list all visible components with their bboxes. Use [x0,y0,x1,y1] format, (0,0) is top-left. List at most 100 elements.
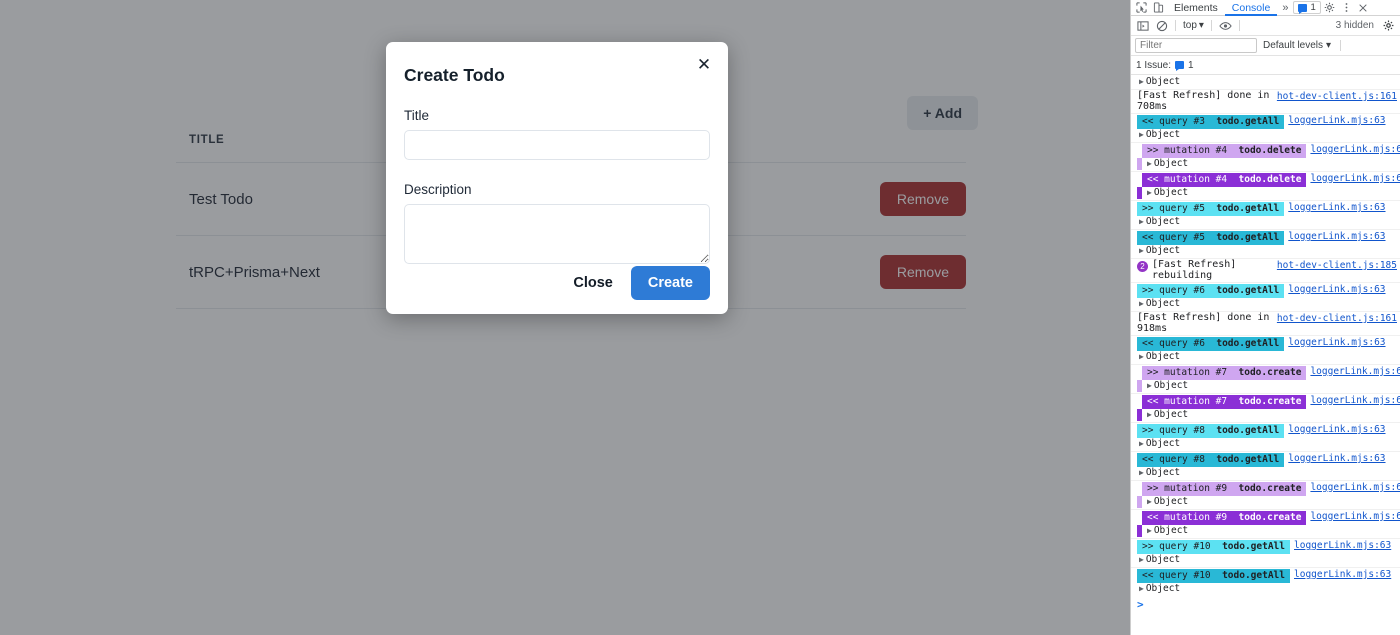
issues-bar-count: 1 [1188,59,1194,71]
execution-context-selector[interactable]: top ▾ [1181,20,1206,31]
object-label: ▶ Object [1147,409,1189,420]
message-bubble-icon [1175,61,1185,71]
trpc-operation-badge: >> query #6 todo.getAll [1137,284,1285,298]
expandable-object[interactable]: ▶ Object [1137,409,1397,421]
group-stripe [1137,187,1142,199]
source-link[interactable]: loggerLink.mjs:63 [1310,482,1400,493]
console-toolbar: top ▾ 3 hidden [1131,16,1400,36]
source-link[interactable]: loggerLink.mjs:63 [1288,453,1385,464]
trpc-log-row[interactable]: >> mutation #9 todo.create loggerLink.mjs… [1131,481,1400,510]
expandable-object[interactable]: ▶ Object [1137,525,1397,537]
trpc-log-row[interactable]: >> mutation #4 todo.delete loggerLink.mjs… [1131,143,1400,172]
create-button[interactable]: Create [630,266,710,300]
source-link[interactable]: loggerLink.mjs:63 [1294,569,1391,580]
console-message-text: [Fast Refresh] done in 918ms [1137,312,1276,334]
console-message-row[interactable]: [Fast Refresh] done in 708ms hot-dev-clie… [1131,90,1400,114]
close-button[interactable]: Close [569,269,617,297]
issues-counter-badge[interactable]: 1 [1293,1,1321,14]
object-label: ▶ Object [1139,129,1181,140]
gear-icon[interactable] [1321,0,1338,15]
source-link[interactable]: loggerLink.mjs:63 [1288,337,1385,348]
trpc-log-row[interactable]: << mutation #4 todo.delete loggerLink.mjs… [1131,172,1400,201]
console-message-row[interactable]: 2 [Fast Refresh] rebuilding hot-dev-client… [1131,259,1400,283]
expandable-object[interactable]: ▶ Object [1137,129,1397,141]
title-input[interactable] [404,130,710,160]
filter-input[interactable] [1135,38,1257,53]
source-link[interactable]: hot-dev-client.js:161 [1277,91,1397,102]
inspect-element-icon[interactable] [1133,0,1150,15]
source-link[interactable]: hot-dev-client.js:161 [1277,313,1397,324]
screen: + Add TITLE Test Todo Remove tRPC+Prisma… [0,0,1400,635]
log-levels-selector[interactable]: Default levels ▾ [1263,40,1331,51]
source-link[interactable]: loggerLink.mjs:63 [1288,231,1385,242]
expandable-object[interactable]: ▶ Object [1137,298,1397,310]
trpc-operation-badge: << query #5 todo.getAll [1137,231,1285,245]
expandable-object[interactable]: ▶ Object [1137,216,1397,228]
object-label: ▶ Object [1139,351,1181,362]
clear-console-icon[interactable] [1153,18,1170,33]
object-label: ▶ Object [1147,380,1189,391]
trpc-log-row[interactable]: >> query #5 todo.getAll loggerLink.mjs:63… [1131,201,1400,230]
repeat-count-badge: 2 [1137,261,1148,272]
prompt-caret-icon: > [1137,598,1144,611]
kebab-menu-icon[interactable] [1338,0,1355,15]
trpc-log-row[interactable]: << query #10 todo.getAll loggerLink.mjs:6… [1131,568,1400,596]
expandable-object[interactable]: ▶ Object [1137,351,1397,363]
source-link[interactable]: loggerLink.mjs:63 [1288,424,1385,435]
expandable-object[interactable]: ▶ Object [1137,583,1397,595]
source-link[interactable]: loggerLink.mjs:63 [1288,284,1385,295]
source-link[interactable]: hot-dev-client.js:185 [1277,260,1397,271]
object-label: ▶ Object [1139,467,1181,478]
tab-elements[interactable]: Elements [1167,0,1225,16]
group-stripe [1137,525,1142,537]
console-message-row[interactable]: [Fast Refresh] done in 918ms hot-dev-clie… [1131,312,1400,336]
object-label: ▶ Object [1139,76,1181,87]
trpc-log-row[interactable]: >> query #6 todo.getAll loggerLink.mjs:63… [1131,283,1400,312]
description-input[interactable] [404,204,710,264]
console-sidebar-icon[interactable] [1134,18,1151,33]
expandable-object[interactable]: ▶ Object [1137,380,1397,392]
trpc-operation-badge: >> mutation #4 todo.delete [1142,144,1307,158]
console-object-row[interactable]: ▶ Object [1131,75,1400,90]
source-link[interactable]: loggerLink.mjs:63 [1310,511,1400,522]
object-label: ▶ Object [1139,438,1181,449]
expandable-object[interactable]: ▶ Object [1137,187,1397,199]
expandable-object[interactable]: ▶ Object [1137,438,1397,450]
tab-console[interactable]: Console [1224,0,1278,16]
source-link[interactable]: loggerLink.mjs:63 [1310,395,1400,406]
console-prompt[interactable]: > [1131,596,1400,613]
trpc-operation-badge: >> query #5 todo.getAll [1137,202,1285,216]
source-link[interactable]: loggerLink.mjs:63 [1288,202,1385,213]
trpc-log-row[interactable]: >> mutation #7 todo.create loggerLink.mjs… [1131,365,1400,394]
live-expression-eye-icon[interactable] [1217,18,1234,33]
trpc-log-row[interactable]: << mutation #7 todo.create loggerLink.mjs… [1131,394,1400,423]
console-settings-gear-icon[interactable] [1380,18,1397,33]
more-tabs-icon[interactable]: » [1277,2,1293,14]
trpc-log-row[interactable]: << query #5 todo.getAll loggerLink.mjs:63… [1131,230,1400,259]
source-link[interactable]: loggerLink.mjs:63 [1310,144,1400,155]
console-log-list[interactable]: ▶ Object [Fast Refresh] done in 708ms hot-d… [1131,75,1400,596]
trpc-log-row[interactable]: >> query #8 todo.getAll loggerLink.mjs:63… [1131,423,1400,452]
trpc-log-row[interactable]: << query #8 todo.getAll loggerLink.mjs:63… [1131,452,1400,481]
source-link[interactable]: loggerLink.mjs:63 [1310,173,1400,184]
close-icon[interactable]: ✕ [693,54,715,76]
modal-title: Create Todo [404,65,505,85]
close-icon[interactable] [1355,0,1372,15]
trpc-log-row[interactable]: << mutation #9 todo.create loggerLink.mjs… [1131,510,1400,539]
group-stripe [1137,158,1142,170]
trpc-log-row[interactable]: << query #6 todo.getAll loggerLink.mjs:63… [1131,336,1400,365]
source-link[interactable]: loggerLink.mjs:63 [1310,366,1400,377]
expandable-object[interactable]: ▶ Object [1137,467,1397,479]
expandable-object[interactable]: ▶ Object [1137,245,1397,257]
issues-count: 1 [1310,2,1316,13]
expandable-object[interactable]: ▶ Object [1137,76,1397,88]
source-link[interactable]: loggerLink.mjs:63 [1288,115,1385,126]
expandable-object[interactable]: ▶ Object [1137,496,1397,508]
expandable-object[interactable]: ▶ Object [1137,158,1397,170]
trpc-log-row[interactable]: >> query #10 todo.getAll loggerLink.mjs:6… [1131,539,1400,568]
device-toolbar-icon[interactable] [1150,0,1167,15]
issues-bar[interactable]: 1 Issue: 1 [1131,56,1400,75]
expandable-object[interactable]: ▶ Object [1137,554,1397,566]
trpc-log-row[interactable]: << query #3 todo.getAll loggerLink.mjs:63… [1131,114,1400,143]
source-link[interactable]: loggerLink.mjs:63 [1294,540,1391,551]
